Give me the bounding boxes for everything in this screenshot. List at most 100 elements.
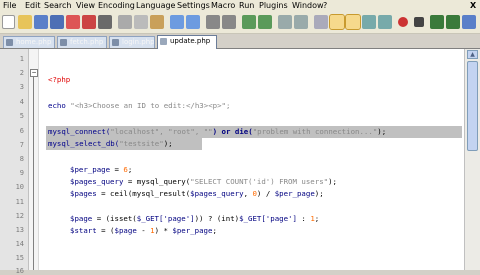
variable: $per_page: [274, 189, 315, 198]
punctuation: ;: [314, 214, 320, 223]
record-macro-icon[interactable]: [398, 17, 408, 27]
code-text: -: [136, 226, 151, 235]
sync-horizontal-icon[interactable]: [294, 15, 308, 29]
line-number: 16: [15, 267, 24, 275]
fold-margin[interactable]: −: [29, 49, 39, 270]
menu-window[interactable]: Window: [292, 1, 324, 10]
zoom-out-icon[interactable]: [258, 15, 272, 29]
close-document-button[interactable]: X: [470, 1, 476, 10]
indent-guide-icon[interactable]: [345, 14, 361, 30]
code-line: $start = ($page - 1) * $per_page;: [70, 226, 217, 235]
code-line: echo "<h3>Choose an ID to edit:</h3><p>"…: [48, 101, 230, 110]
variable: $pages_query: [190, 189, 244, 198]
code-text: = mysql_query(: [123, 177, 191, 186]
doc-map-icon[interactable]: [378, 15, 392, 29]
function-call: mysql_connect(: [48, 127, 111, 136]
code-line: <?php: [48, 75, 70, 84]
line-number: 6: [19, 127, 24, 135]
variable: $pages_query: [70, 177, 124, 186]
line-number: 4: [19, 98, 24, 106]
line-number: 2: [19, 69, 24, 77]
vertical-scrollbar[interactable]: ▲: [464, 49, 480, 270]
toolbar: [0, 13, 480, 34]
code-text: )) ? (int): [194, 214, 240, 223]
file-icon: [6, 39, 13, 46]
menu-bar: File Edit Search View Encoding Language …: [0, 0, 480, 13]
line-number: 3: [19, 83, 24, 91]
tab-fetch[interactable]: fetch.php: [57, 36, 107, 48]
open-file-icon[interactable]: [18, 15, 32, 29]
menu-search[interactable]: Search: [44, 1, 71, 10]
stop-macro-icon[interactable]: [414, 17, 424, 27]
menu-plugins[interactable]: Plugins: [259, 1, 288, 10]
variable: $start: [70, 226, 97, 235]
tab-home[interactable]: home.php: [3, 36, 55, 48]
tab-label: login.php: [122, 38, 155, 46]
paste-icon[interactable]: [150, 15, 164, 29]
undo-icon[interactable]: [170, 15, 184, 29]
menu-view[interactable]: View: [76, 1, 95, 10]
save-macro-icon[interactable]: [462, 15, 476, 29]
punctuation: );: [314, 189, 324, 198]
save-icon[interactable]: [34, 15, 48, 29]
code-text: =: [110, 165, 124, 174]
run-macro-multiple-icon[interactable]: [446, 15, 460, 29]
scrollbar-thumb[interactable]: [467, 61, 478, 151]
menu-language[interactable]: Language: [136, 1, 175, 10]
scroll-up-icon[interactable]: ▲: [467, 50, 478, 59]
menu-file[interactable]: File: [3, 1, 16, 10]
menu-settings[interactable]: Settings: [177, 1, 210, 10]
zoom-in-icon[interactable]: [242, 15, 256, 29]
code-line: $pages_query = mysql_query("SELECT COUNT…: [70, 177, 337, 186]
menu-edit[interactable]: Edit: [25, 1, 41, 10]
save-all-icon[interactable]: [50, 15, 64, 29]
tab-login[interactable]: login.php: [109, 36, 155, 48]
menu-help[interactable]: ?: [323, 1, 327, 10]
variable: $_GET['page']: [136, 214, 195, 223]
line-number: 1: [19, 55, 24, 63]
php-open-tag: <?php: [48, 75, 71, 84]
line-number: 5: [19, 112, 24, 120]
print-icon[interactable]: [98, 15, 112, 29]
close-all-icon[interactable]: [82, 15, 96, 29]
punctuation: );: [377, 127, 387, 136]
menu-encoding[interactable]: Encoding: [98, 1, 135, 10]
string-literal: "problem with connection...": [252, 127, 378, 136]
code-text: = (isset(: [92, 214, 137, 223]
code-line: $per_page = 6;: [70, 165, 132, 174]
punctuation: ;: [212, 226, 217, 235]
cut-icon[interactable]: [118, 15, 132, 29]
code-editor[interactable]: 1 2 3 4 5 6 7 8 9 10 11 12 13 14 15 16 −…: [0, 49, 464, 275]
string-literal: "localhost", "root", "": [110, 127, 213, 136]
close-icon[interactable]: [66, 15, 80, 29]
line-number: 13: [15, 226, 24, 234]
line-number: 15: [15, 254, 24, 262]
variable: $_GET['page']: [239, 214, 297, 223]
line-number-gutter: 1 2 3 4 5 6 7 8 9 10 11 12 13 14 15 16: [0, 49, 29, 275]
redo-icon[interactable]: [186, 15, 200, 29]
new-file-icon[interactable]: [2, 15, 15, 29]
menu-macro[interactable]: Macro: [211, 1, 235, 10]
word-wrap-icon[interactable]: [314, 15, 328, 29]
punctuation: ;: [127, 165, 133, 174]
tab-update[interactable]: update.php: [157, 35, 217, 49]
code-line: $pages = ceil(mysql_result($pages_query,…: [70, 189, 324, 198]
show-all-characters-icon[interactable]: [329, 14, 345, 30]
variable: $per_page: [172, 226, 213, 235]
line-number: 8: [19, 155, 24, 163]
code-text: = (: [96, 226, 115, 235]
play-macro-icon[interactable]: [430, 15, 444, 29]
find-icon[interactable]: [206, 15, 220, 29]
menu-run[interactable]: Run: [239, 1, 254, 10]
tab-label: fetch.php: [70, 38, 104, 46]
code-line: mysql_connect("localhost", "root", "") o…: [48, 127, 386, 136]
line-number: 14: [15, 240, 24, 248]
sync-vertical-icon[interactable]: [278, 15, 292, 29]
line-number: 10: [15, 183, 24, 191]
line-number: 9: [19, 169, 24, 177]
fold-toggle-icon[interactable]: −: [30, 69, 38, 77]
variable: $pages: [70, 189, 97, 198]
replace-icon[interactable]: [222, 15, 236, 29]
copy-icon[interactable]: [134, 15, 148, 29]
user-language-icon[interactable]: [362, 15, 376, 29]
